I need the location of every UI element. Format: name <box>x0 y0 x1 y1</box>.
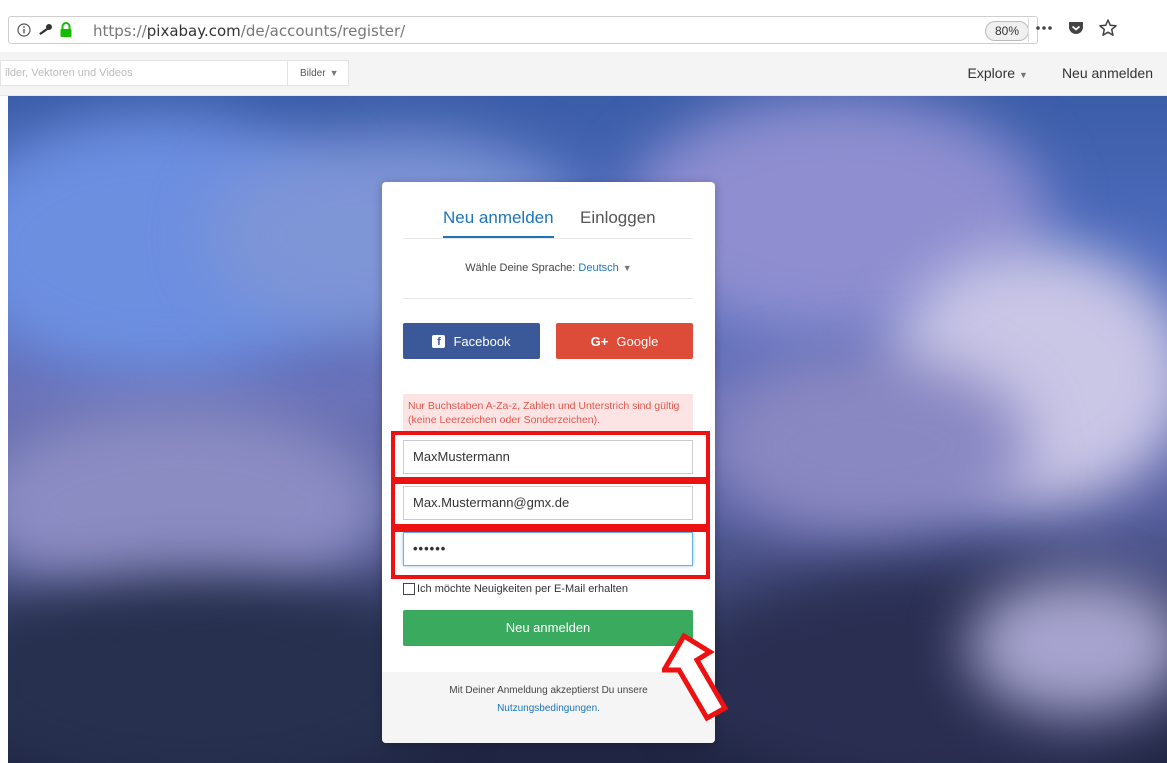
media-type-label: Bilder <box>300 68 326 79</box>
annotation-highlight-username <box>391 431 710 481</box>
site-search-bar[interactable]: ilder, Vektoren und Videos Bilder ▼ <box>0 60 349 86</box>
nav-register[interactable]: Neu anmelden <box>1062 65 1153 81</box>
newsletter-label: Ich möchte Neuigkeiten per E-Mail erhalt… <box>417 583 628 595</box>
facebook-button-label: Facebook <box>453 333 511 349</box>
register-submit-button[interactable]: Neu anmelden <box>403 610 693 646</box>
url-security-icons <box>17 22 73 37</box>
newsletter-checkbox[interactable] <box>403 583 415 595</box>
tab-login[interactable]: Einloggen <box>580 208 656 228</box>
url-scheme: https:// <box>93 22 147 40</box>
zoom-level-badge[interactable]: 80% <box>984 21 1029 41</box>
more-icon[interactable] <box>1034 18 1054 38</box>
site-nav: Explore ▼ Neu anmelden <box>968 65 1153 81</box>
caret-down-icon: ▼ <box>622 263 632 273</box>
lock-icon[interactable] <box>59 22 73 37</box>
auth-tabs: Neu anmelden Einloggen <box>403 206 693 239</box>
facebook-icon: f <box>432 334 446 348</box>
bookmark-star-icon[interactable] <box>1098 18 1118 38</box>
google-button-label: Google <box>616 333 659 349</box>
address-bar[interactable]: https://pixabay.com/de/accounts/register… <box>8 16 1038 44</box>
toolbar-separator <box>1028 18 1029 42</box>
url-text[interactable]: https://pixabay.com/de/accounts/register… <box>93 22 405 40</box>
annotation-highlight-email <box>391 480 710 528</box>
info-icon[interactable] <box>17 22 31 37</box>
validation-error-message: Nur Buchstaben A-Za-z, Zahlen und Unters… <box>403 394 693 432</box>
pocket-icon[interactable] <box>1066 18 1086 38</box>
language-value: Deutsch <box>578 262 619 274</box>
key-icon[interactable] <box>37 23 53 37</box>
google-plus-icon: G+ <box>590 333 609 349</box>
newsletter-option[interactable]: Ich möchte Neuigkeiten per E-Mail erhalt… <box>403 583 628 595</box>
language-dropdown[interactable]: Deutsch ▼ <box>578 262 631 274</box>
nav-explore-label: Explore <box>967 65 1016 81</box>
nav-explore[interactable]: Explore ▼ <box>968 65 1028 81</box>
media-type-dropdown[interactable]: Bilder ▼ <box>287 61 351 85</box>
facebook-login-button[interactable]: f Facebook <box>403 323 540 359</box>
browser-actions <box>1028 18 1118 42</box>
google-login-button[interactable]: G+ Google <box>556 323 693 359</box>
language-selector: Wähle Deine Sprache: Deutsch ▼ <box>382 262 715 274</box>
divider <box>403 298 693 299</box>
url-host: pixabay.com <box>146 22 241 40</box>
annotation-highlight-password <box>391 528 710 579</box>
cloud-shape <box>708 356 1028 536</box>
site-header: ilder, Vektoren und Videos Bilder ▼ Explo… <box>0 52 1167 96</box>
caret-down-icon: ▼ <box>329 68 339 78</box>
url-path: /de/accounts/register/ <box>240 22 406 40</box>
annotation-arrow-icon <box>662 632 729 722</box>
caret-down-icon: ▼ <box>1019 70 1028 80</box>
language-label: Wähle Deine Sprache: <box>465 262 576 274</box>
search-input[interactable]: ilder, Vektoren und Videos <box>5 67 133 79</box>
tab-register[interactable]: Neu anmelden <box>443 208 554 238</box>
